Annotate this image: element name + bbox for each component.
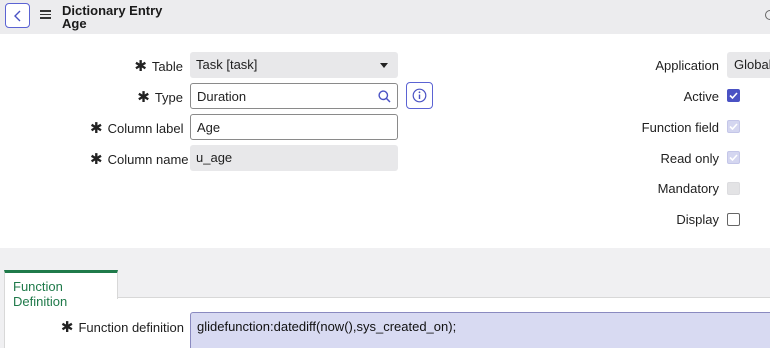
column-label-input[interactable]: Age bbox=[190, 114, 398, 140]
type-info-button[interactable] bbox=[406, 82, 433, 109]
type-value: Duration bbox=[197, 89, 247, 104]
column-name-label: ✱ Column name bbox=[90, 151, 189, 168]
required-icon: ✱ bbox=[90, 120, 103, 137]
application-label: Application bbox=[655, 58, 719, 73]
column-name-value: u_age bbox=[196, 150, 233, 165]
required-icon: ✱ bbox=[90, 151, 103, 168]
chevron-left-icon bbox=[13, 10, 20, 21]
required-icon: ✱ bbox=[134, 58, 147, 75]
table-value: Task [task] bbox=[196, 57, 258, 72]
type-label: ✱ Type bbox=[137, 89, 183, 106]
mandatory-label: Mandatory bbox=[657, 181, 719, 196]
application-value: Global bbox=[734, 57, 770, 72]
dropdown-arrow-icon bbox=[380, 63, 388, 68]
tab-function-definition[interactable]: Function Definition bbox=[4, 270, 118, 309]
checkmark-icon bbox=[729, 123, 738, 131]
form-header: Dictionary Entry Age bbox=[0, 0, 770, 34]
table-select[interactable]: Task [task] bbox=[190, 52, 398, 78]
back-button[interactable] bbox=[5, 3, 30, 28]
column-label-value: Age bbox=[197, 120, 221, 135]
header-action-icon[interactable] bbox=[765, 10, 770, 20]
required-icon: ✱ bbox=[60, 319, 74, 336]
function-field-label: Function field bbox=[641, 120, 719, 135]
info-icon bbox=[412, 88, 427, 103]
function-field-checkbox[interactable] bbox=[727, 120, 740, 133]
active-checkbox[interactable] bbox=[727, 89, 740, 102]
display-checkbox[interactable] bbox=[727, 213, 740, 226]
function-definition-label: ✱ Function definition bbox=[60, 319, 184, 336]
type-lookup-button[interactable] bbox=[372, 83, 398, 109]
read-only-label: Read only bbox=[660, 151, 719, 166]
active-label: Active bbox=[683, 89, 719, 104]
column-label-label: ✱ Column label bbox=[90, 120, 184, 137]
column-name-input[interactable]: u_age bbox=[190, 145, 398, 171]
required-icon: ✱ bbox=[137, 89, 150, 106]
table-label: ✱ Table bbox=[134, 58, 183, 75]
search-icon bbox=[378, 89, 391, 103]
record-display-name: Age bbox=[62, 16, 87, 31]
checkmark-icon bbox=[729, 92, 738, 100]
display-label: Display bbox=[676, 212, 719, 227]
type-input[interactable]: Duration bbox=[190, 83, 373, 109]
application-field[interactable]: Global bbox=[727, 52, 770, 78]
checkmark-icon bbox=[729, 154, 738, 162]
function-definition-input[interactable]: glidefunction:datediff(now(),sys_created… bbox=[190, 312, 770, 348]
context-menu-icon[interactable] bbox=[40, 10, 51, 19]
mandatory-checkbox[interactable] bbox=[727, 182, 740, 195]
function-definition-value: glidefunction:datediff(now(),sys_created… bbox=[197, 319, 457, 334]
read-only-checkbox[interactable] bbox=[727, 151, 740, 164]
